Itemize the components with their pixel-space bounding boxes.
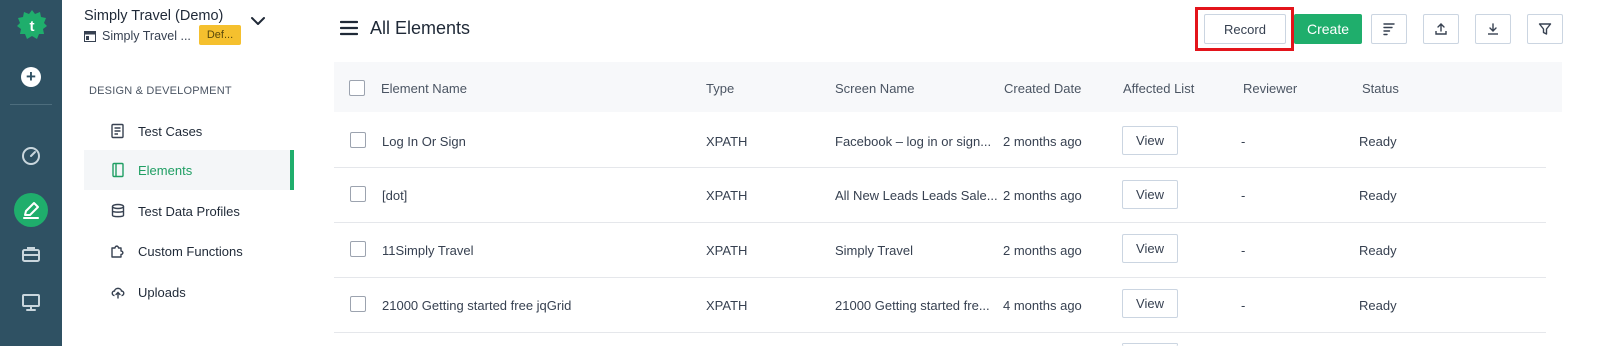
nav-item-custom-functions[interactable]: Custom Functions <box>84 231 294 271</box>
filter-icon <box>1538 23 1552 35</box>
nav-item-elements[interactable]: Elements <box>84 150 294 190</box>
row-checkbox[interactable] <box>350 132 366 148</box>
section-title: DESIGN & DEVELOPMENT <box>89 85 232 97</box>
nav-item-label: Custom Functions <box>138 243 243 259</box>
column-header-screen-name[interactable]: Screen Name <box>835 81 914 96</box>
view-affected-list-button[interactable]: View <box>1122 180 1178 209</box>
puzzle-icon <box>111 245 124 258</box>
type-cell: XPATH <box>706 188 748 203</box>
reviewer-cell: - <box>1241 134 1246 149</box>
download-button[interactable] <box>1475 14 1511 44</box>
reviewer-cell: - <box>1241 298 1246 313</box>
row-checkbox[interactable] <box>350 241 366 257</box>
svg-text:t: t <box>30 18 35 35</box>
status-cell: Ready <box>1359 298 1397 313</box>
row-divider <box>334 167 1546 168</box>
element-name-cell[interactable]: [dot] <box>382 188 407 203</box>
upload-icon <box>1435 23 1447 35</box>
nav-item-label: Test Data Profiles <box>138 203 240 219</box>
app-window: t + Simply Travel (Demo) Simply Travel .… <box>0 0 1600 346</box>
elements-icon <box>112 162 124 178</box>
row-divider <box>334 222 1546 223</box>
upload-button[interactable] <box>1423 14 1459 44</box>
filter-button[interactable] <box>1527 14 1563 44</box>
row-divider <box>334 332 1546 333</box>
type-cell: XPATH <box>706 134 748 149</box>
database-icon <box>111 203 125 218</box>
download-icon <box>1488 23 1498 35</box>
nav-item-test-cases[interactable]: Test Cases <box>84 111 294 151</box>
created-date-cell: 2 months ago <box>1003 188 1082 203</box>
chevron-down-icon[interactable] <box>250 16 266 26</box>
nav-item-uploads[interactable]: Uploads <box>84 272 294 312</box>
column-header-reviewer: Reviewer <box>1243 81 1298 96</box>
column-header-status[interactable]: Status <box>1362 81 1399 96</box>
column-header-element-name[interactable]: Element Name <box>381 81 467 96</box>
row-divider <box>334 277 1546 278</box>
record-button[interactable]: Record <box>1204 14 1286 44</box>
view-affected-list-button[interactable]: View <box>1122 289 1178 318</box>
column-header-type[interactable]: Type <box>706 81 734 96</box>
project-subtitle-text: Simply Travel ... <box>102 29 191 43</box>
select-all-checkbox[interactable] <box>349 80 365 96</box>
sort-icon <box>1383 23 1395 36</box>
menu-icon[interactable] <box>340 20 358 36</box>
monitor-icon[interactable] <box>19 290 43 314</box>
create-button[interactable]: Create <box>1294 14 1362 44</box>
status-cell: Ready <box>1359 188 1397 203</box>
web-app-icon <box>84 30 96 42</box>
page-title: All Elements <box>370 18 471 38</box>
add-icon[interactable]: + <box>21 67 41 87</box>
row-checkbox[interactable] <box>350 186 366 202</box>
default-badge: Def... <box>199 25 241 45</box>
screen-name-cell: 21000 Getting started fre... <box>835 298 990 313</box>
dashboard-icon[interactable] <box>19 144 43 168</box>
nav-item-label: Elements <box>138 162 193 178</box>
edit-pencil-icon[interactable] <box>19 198 43 222</box>
created-date-cell: 2 months ago <box>1003 243 1082 258</box>
created-date-cell: 4 months ago <box>1003 298 1082 313</box>
rail-divider <box>10 104 52 105</box>
briefcase-icon[interactable] <box>19 242 43 266</box>
nav-item-test-data-profiles[interactable]: Test Data Profiles <box>84 191 294 231</box>
row-checkbox[interactable] <box>350 296 366 312</box>
element-name-cell[interactable]: 21000 Getting started free jqGrid <box>382 298 571 313</box>
reviewer-cell: - <box>1241 243 1246 258</box>
test-cases-icon <box>111 123 124 139</box>
left-rail: t + <box>0 0 62 346</box>
element-name-cell[interactable]: Log In Or Sign <box>382 134 466 149</box>
nav-item-label: Uploads <box>138 284 186 300</box>
status-cell: Ready <box>1359 134 1397 149</box>
status-cell: Ready <box>1359 243 1397 258</box>
screen-name-cell: Facebook – log in or sign... <box>835 134 992 149</box>
type-cell: XPATH <box>706 243 748 258</box>
reviewer-cell: - <box>1241 188 1246 203</box>
element-name-cell[interactable]: 11Simply Travel <box>382 243 474 258</box>
nav-active-indicator <box>290 150 294 190</box>
column-header-affected-list: Affected List <box>1123 81 1195 96</box>
testsigma-logo-icon[interactable]: t <box>16 9 48 41</box>
created-date-cell: 2 months ago <box>1003 134 1082 149</box>
view-affected-list-button[interactable]: View <box>1122 234 1178 263</box>
sort-button[interactable] <box>1371 14 1407 44</box>
type-cell: XPATH <box>706 298 748 313</box>
screen-name-cell: All New Leads Leads Sale... <box>835 188 998 203</box>
project-subtitle[interactable]: Simply Travel ... <box>84 29 191 43</box>
view-affected-list-button[interactable]: View <box>1122 126 1178 155</box>
project-title[interactable]: Simply Travel (Demo) <box>84 8 223 24</box>
cloud-upload-icon <box>111 287 125 299</box>
screen-name-cell: Simply Travel <box>835 243 914 258</box>
column-header-created-date[interactable]: Created Date <box>1004 81 1081 96</box>
nav-item-label: Test Cases <box>138 123 203 139</box>
